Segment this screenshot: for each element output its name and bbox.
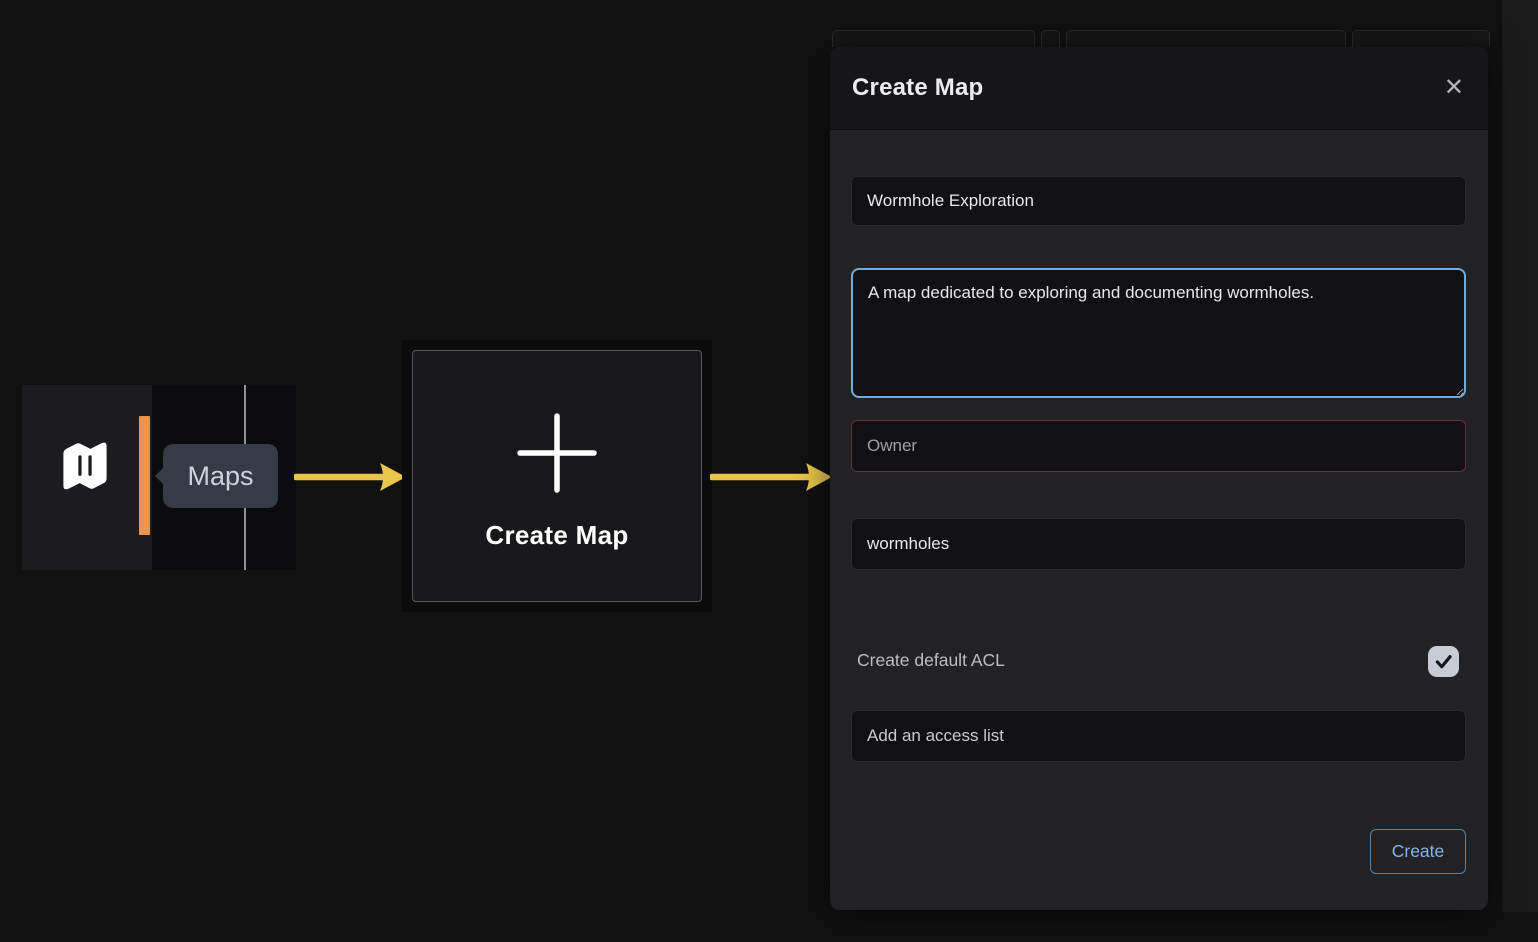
active-nav-indicator [139, 416, 150, 535]
modal-header: Create Map ✕ [830, 47, 1488, 130]
flow-arrow-1 [294, 459, 406, 495]
create-map-card[interactable]: Create Map [412, 350, 702, 602]
backdrop-element [1352, 30, 1490, 47]
backdrop-element [832, 30, 1035, 47]
create-map-card-frame: Create Map [402, 340, 712, 612]
checkmark-icon [1433, 651, 1454, 672]
acl-checkbox[interactable] [1428, 646, 1459, 677]
sidebar-snippet: Maps [22, 385, 296, 570]
flow-arrow-2 [710, 459, 832, 495]
tags-input[interactable] [851, 518, 1466, 570]
maps-tooltip[interactable]: Maps [163, 444, 278, 508]
backdrop-element [1066, 30, 1346, 47]
access-list-input[interactable] [851, 710, 1466, 762]
backdrop-element [1041, 30, 1060, 47]
create-default-acl-label: Create default ACL [857, 650, 1005, 671]
tutorial-canvas: Maps Create Map Create Map ✕ A map dedic… [0, 0, 1538, 942]
tooltip-arrow [155, 467, 164, 485]
map-icon[interactable] [58, 436, 112, 496]
close-icon[interactable]: ✕ [1444, 76, 1464, 100]
map-name-input[interactable] [851, 176, 1466, 226]
plus-icon [517, 413, 597, 493]
create-map-modal: Create Map ✕ A map dedicated to explorin… [830, 47, 1488, 910]
map-description-textarea[interactable]: A map dedicated to exploring and documen… [851, 268, 1466, 398]
owner-input[interactable] [851, 420, 1466, 472]
modal-title: Create Map [852, 74, 983, 102]
create-button[interactable]: Create [1370, 829, 1466, 874]
backdrop-right-strip [1502, 0, 1538, 912]
create-map-card-label: Create Map [413, 520, 701, 551]
maps-tooltip-label: Maps [187, 461, 253, 492]
